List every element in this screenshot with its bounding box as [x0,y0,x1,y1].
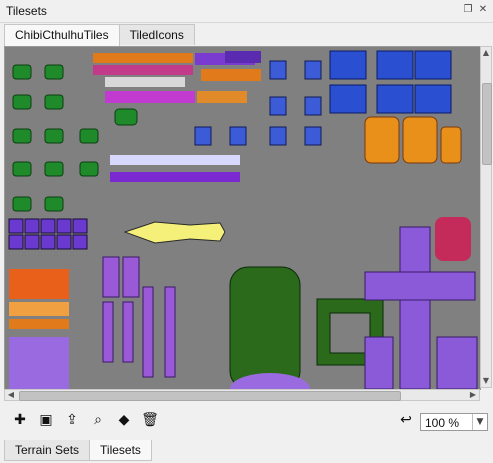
tileset-properties-icon[interactable]: ⌕ [88,410,108,430]
vertical-scrollbar[interactable]: ▲ ▼ [480,46,492,388]
tab-terrain-sets[interactable]: Terrain Sets [4,440,91,461]
close-icon[interactable]: ✕ [477,4,489,16]
embed-tileset-icon[interactable]: ▣ [36,410,56,430]
remove-tileset-icon[interactable]: 🗑 [140,410,160,430]
tileset-tabs: ChibiCthulhuTiles TiledIcons [4,24,195,46]
new-tileset-icon[interactable]: ✚ [10,410,30,430]
chevron-down-icon[interactable]: ▼ [472,414,487,430]
window-titlebar: Tilesets ❐ ✕ [0,0,493,23]
export-tileset-icon[interactable]: ⇪ [62,410,82,430]
tab-chibicthulhutiles[interactable]: ChibiCthulhuTiles [4,24,120,46]
dock-tabs: Terrain Sets Tilesets [4,440,152,462]
scroll-left-icon[interactable]: ◀ [6,390,16,400]
scroll-down-icon[interactable]: ▼ [481,376,491,386]
zoom-select[interactable]: 100 % ▼ [420,413,488,431]
tileset-view[interactable] [4,46,481,390]
tileset-image [5,47,480,389]
horizontal-scrollbar[interactable]: ◀ ▶ [4,389,480,401]
float-window-icon[interactable]: ❐ [462,4,474,16]
dynamic-wrapping-icon[interactable]: ↩ [396,410,416,430]
tab-tilesets[interactable]: Tilesets [89,440,152,461]
zoom-value: 100 % [425,416,460,430]
horizontal-scroll-thumb[interactable] [19,391,401,401]
window-title: Tilesets [6,4,47,18]
vertical-scroll-thumb[interactable] [482,83,492,165]
tab-tiledicons[interactable]: TiledIcons [118,24,195,45]
scroll-right-icon[interactable]: ▶ [468,390,478,400]
edit-terrain-icon[interactable]: ◆ [114,410,134,430]
scroll-up-icon[interactable]: ▲ [481,48,491,58]
